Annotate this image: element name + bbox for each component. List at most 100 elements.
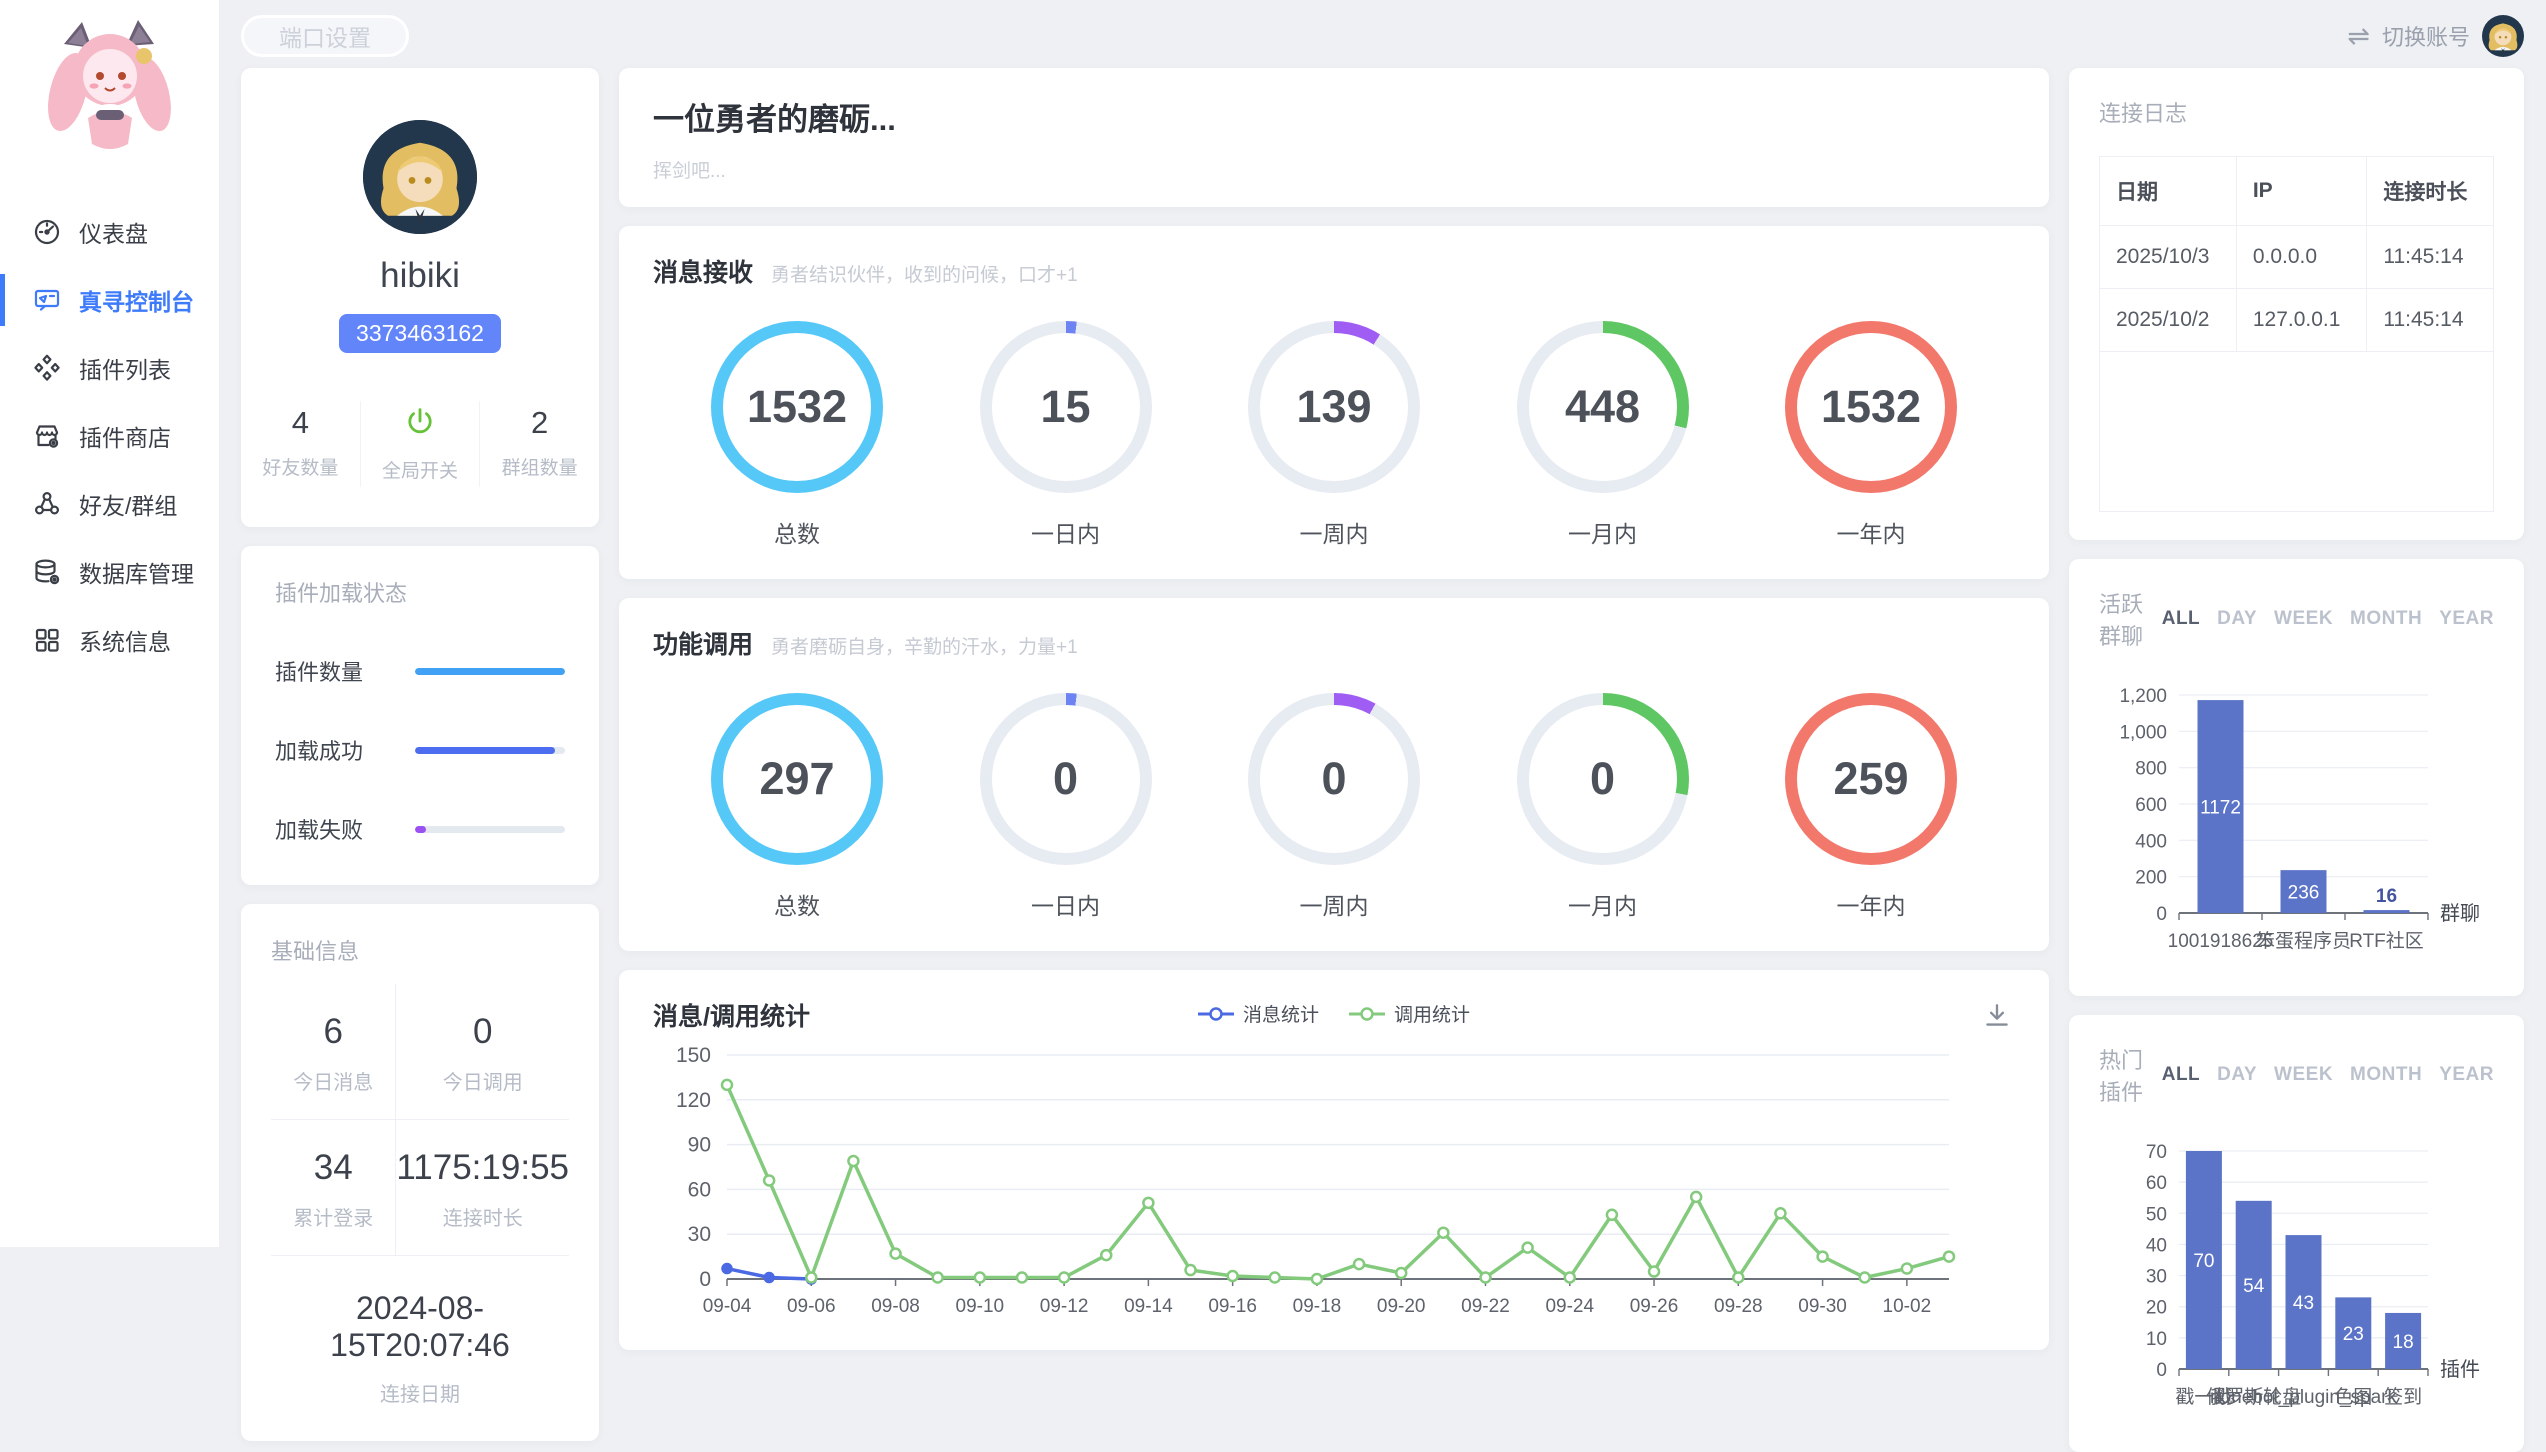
progress-bar <box>415 668 565 675</box>
database-icon <box>32 557 62 587</box>
sidebar-item-6[interactable]: 系统信息 <box>0 606 219 674</box>
tab-week[interactable]: WEEK <box>2274 608 2333 630</box>
svg-text:60: 60 <box>688 1178 711 1201</box>
active-groups-card: 活跃群聊 ALLDAYWEEKMONTHYEAR 02004006008001,… <box>2069 559 2524 996</box>
tab-year[interactable]: YEAR <box>2439 608 2494 630</box>
svg-text:1,200: 1,200 <box>2119 686 2167 707</box>
svg-text:18: 18 <box>2393 1332 2414 1353</box>
legend-item[interactable]: 调用统计 <box>1349 1000 1470 1027</box>
download-icon[interactable] <box>1981 1000 2013 1035</box>
topbar-avatar[interactable] <box>2482 15 2524 57</box>
friends-icon <box>32 489 62 519</box>
plugin-status-card: 插件加载状态 插件数量加载成功加载失败 <box>241 546 599 885</box>
plugin-status-title: 插件加载状态 <box>275 576 565 608</box>
tab-month[interactable]: MONTH <box>2350 1064 2422 1086</box>
func-call-subtitle: 勇者磨砺自身，辛勤的汗水，力量+1 <box>771 632 1078 659</box>
tab-week[interactable]: WEEK <box>2274 1064 2333 1086</box>
stat-ring: 1532一年内 <box>1785 321 1957 549</box>
message-recv-subtitle: 勇者结识伙伴，收到的问候，口才+1 <box>771 260 1078 287</box>
svg-text:60: 60 <box>2146 1173 2167 1194</box>
sidebar-item-1[interactable]: 真寻控制台 <box>0 266 219 334</box>
plugins-icon <box>32 353 62 383</box>
tab-year[interactable]: YEAR <box>2439 1064 2494 1086</box>
stat-ring: 0一日内 <box>980 693 1152 921</box>
svg-text:23: 23 <box>2343 1324 2364 1345</box>
sidebar-item-0[interactable]: 仪表盘 <box>0 198 219 266</box>
sidebar-item-label: 好友/群组 <box>79 487 177 521</box>
svg-text:插件: 插件 <box>2440 1358 2480 1381</box>
svg-text:09-16: 09-16 <box>1208 1296 1257 1317</box>
legend-item[interactable]: 消息统计 <box>1198 1000 1319 1027</box>
power-icon[interactable] <box>361 405 480 444</box>
switch-account-button[interactable]: ⇌ 切换账号 <box>2347 15 2524 57</box>
sidebar-item-label: 仪表盘 <box>79 215 148 249</box>
app-root: 仪表盘真寻控制台插件列表插件商店好友/群组数据库管理系统信息 端口设置 ⇌ 切换… <box>0 0 2546 1247</box>
center-column: 一位勇者的磨砺... 挥剑吧... 消息接收 勇者结识伙伴，收到的问候，口才+1… <box>619 68 2049 1452</box>
basic-info-cell: 0今日调用 <box>396 984 569 1120</box>
svg-text:40: 40 <box>2146 1235 2167 1256</box>
system-icon <box>32 625 62 655</box>
connect-date-label: 连接日期 <box>271 1378 569 1407</box>
svg-text:09-12: 09-12 <box>1040 1296 1089 1317</box>
switch-account-label: 切换账号 <box>2382 20 2470 52</box>
profile-stat: 4好友数量 <box>241 401 360 487</box>
log-row: 2025/10/2127.0.0.111:45:14 <box>2100 289 2494 352</box>
main-area: 端口设置 ⇌ 切换账号 hibiki 3373463162 4好友数量全局开关2… <box>219 0 2546 1247</box>
hot-plugins-title: 热门插件 <box>2099 1043 2162 1107</box>
tab-day[interactable]: DAY <box>2217 608 2257 630</box>
basic-info-cell: 6今日消息 <box>271 984 396 1120</box>
svg-text:0: 0 <box>699 1268 711 1291</box>
store-icon <box>32 421 62 451</box>
profile-stats: 4好友数量全局开关2群组数量 <box>241 401 599 487</box>
profile-stat[interactable]: 全局开关 <box>360 401 480 487</box>
tab-day[interactable]: DAY <box>2217 1064 2257 1086</box>
dashboard-grid: hibiki 3373463162 4好友数量全局开关2群组数量 插件加载状态 … <box>241 68 2524 1452</box>
svg-text:09-26: 09-26 <box>1630 1296 1679 1317</box>
sidebar-nav: 仪表盘真寻控制台插件列表插件商店好友/群组数据库管理系统信息 <box>0 198 219 674</box>
sidebar-item-label: 数据库管理 <box>79 555 194 589</box>
mascot-image <box>26 14 194 162</box>
sidebar-item-3[interactable]: 插件商店 <box>0 402 219 470</box>
svg-text:09-20: 09-20 <box>1377 1296 1426 1317</box>
tab-month[interactable]: MONTH <box>2350 608 2422 630</box>
svg-text:群聊: 群聊 <box>2440 902 2480 925</box>
progress-bar <box>415 747 565 754</box>
svg-text:20: 20 <box>2146 1298 2167 1319</box>
plugin-status-row: 加载失败 <box>275 813 565 845</box>
avatar <box>363 120 477 234</box>
svg-text:色图: 色图 <box>2334 1386 2372 1408</box>
sidebar-item-4[interactable]: 好友/群组 <box>0 470 219 538</box>
active-groups-chart: 02004006008001,0001,20011721001918625236… <box>2099 667 2494 968</box>
sidebar-item-5[interactable]: 数据库管理 <box>0 538 219 606</box>
hot-plugins-tabs: ALL DAY WEEK MONTH YEAR <box>2162 1064 2494 1086</box>
svg-text:签到: 签到 <box>2384 1386 2422 1408</box>
basic-info-grid: 6今日消息0今日调用34累计登录1175:19:55连接时长 <box>271 984 569 1256</box>
svg-text:400: 400 <box>2135 831 2167 852</box>
connection-log-table: 日期IP连接时长 2025/10/30.0.0.011:45:142025/10… <box>2099 156 2494 512</box>
plugin-status-row: 加载成功 <box>275 734 565 766</box>
switch-account-icon: ⇌ <box>2347 23 2370 50</box>
svg-text:09-08: 09-08 <box>871 1296 920 1317</box>
topbar: 端口设置 ⇌ 切换账号 <box>241 10 2524 62</box>
svg-text:150: 150 <box>676 1044 711 1067</box>
svg-text:600: 600 <box>2135 795 2167 816</box>
stat-ring: 297总数 <box>711 693 883 921</box>
stat-ring: 0一周内 <box>1248 693 1420 921</box>
port-settings-button[interactable]: 端口设置 <box>241 15 409 57</box>
tab-all[interactable]: ALL <box>2162 608 2200 630</box>
active-groups-tabs: ALL DAY WEEK MONTH YEAR <box>2162 608 2494 630</box>
message-recv-rings: 1532总数15一日内139一周内448一月内1532一年内 <box>653 321 2015 549</box>
sidebar-item-2[interactable]: 插件列表 <box>0 334 219 402</box>
basic-info-cell: 34累计登录 <box>271 1120 396 1256</box>
profile-stat: 2群组数量 <box>479 401 599 487</box>
tab-all[interactable]: ALL <box>2162 1064 2200 1086</box>
basic-info-card: 基础信息 6今日消息0今日调用34累计登录1175:19:55连接时长 2024… <box>241 904 599 1441</box>
stat-ring: 0一月内 <box>1517 693 1689 921</box>
svg-text:1172: 1172 <box>2200 798 2241 819</box>
gauge-icon <box>32 217 62 247</box>
hero-subtitle: 挥剑吧... <box>653 156 2015 183</box>
svg-text:70: 70 <box>2146 1142 2167 1163</box>
basic-info-title: 基础信息 <box>271 934 569 966</box>
message-recv-title: 消息接收 <box>653 253 753 289</box>
hero-card: 一位勇者的磨砺... 挥剑吧... <box>619 68 2049 207</box>
